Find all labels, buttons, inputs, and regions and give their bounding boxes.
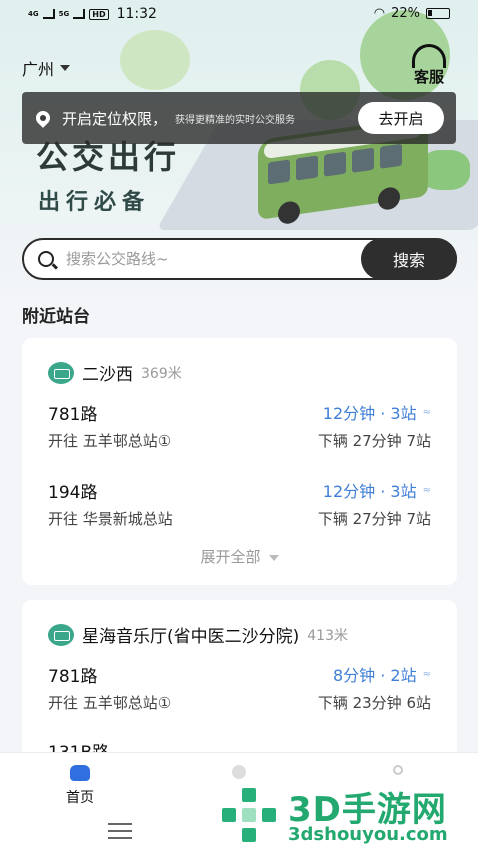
route-row[interactable]: 781路 12分钟 · 3站 ≈ 开往 五羊邨总站① 下辆 27分钟 7站 (48, 400, 431, 452)
stop-name: 二沙西 (82, 365, 133, 385)
route-number: 781路 (48, 667, 98, 687)
stop-header[interactable]: 二沙西 369米 (48, 360, 182, 385)
route-destination: 开往 华景新城总站 (48, 510, 173, 528)
customer-service-label: 客服 (413, 68, 444, 86)
route-destination: 开往 五羊邨总站① (48, 694, 172, 712)
customer-service-button[interactable]: 客服 (403, 44, 455, 88)
realtime-signal-icon: ≈ (422, 406, 431, 418)
nearby-stations-title: 附近站台 (22, 307, 90, 327)
status-bar: 4G 5G HD 11:32 ◠ 22% (0, 0, 478, 30)
expand-all-button[interactable]: 展开全部 (22, 546, 457, 567)
tab-middle[interactable] (199, 765, 279, 779)
realtime-signal-icon: ≈ (422, 668, 431, 680)
enable-location-button[interactable]: 去开启 (358, 102, 444, 134)
route-row[interactable]: 781路 8分钟 · 2站 ≈ 开往 五羊邨总站① 下辆 23分钟 6站 (48, 662, 431, 714)
hero-subtitle: 出行必备 (38, 190, 151, 215)
route-eta-text: 12分钟 · 3站 (322, 404, 417, 423)
watermark-logo-icon (222, 788, 278, 844)
realtime-signal-icon: ≈ (422, 484, 431, 496)
route-eta-text: 12分钟 · 3站 (322, 482, 417, 501)
search-bar: 搜索 (22, 238, 457, 280)
clock: 11:32 (116, 6, 157, 22)
route-number: 194路 (48, 483, 98, 503)
battery-icon (426, 8, 450, 19)
info-icon (232, 765, 246, 779)
city-label: 广州 (22, 60, 55, 79)
route-eta: 12分钟 · 3站 ≈ (323, 478, 431, 502)
hero-tree (120, 30, 190, 90)
route-next-bus: 下辆 27分钟 7站 (317, 432, 431, 450)
route-next-bus: 下辆 27分钟 7站 (317, 510, 431, 528)
search-icon (38, 251, 54, 267)
location-permission-banner: 开启定位权限， 获得更精准的实时公交服务 去开启 (22, 92, 456, 144)
menu-icon[interactable] (108, 823, 132, 844)
route-number: 781路 (48, 405, 98, 425)
bus-stop-icon (48, 361, 74, 384)
watermark-url: 3dshouyou.com (288, 824, 448, 845)
signal-bars-icon (73, 9, 86, 19)
city-selector[interactable]: 广州 (22, 56, 71, 80)
stop-card: 二沙西 369米 781路 12分钟 · 3站 ≈ 开往 五羊邨总站① 下辆 2… (22, 338, 457, 585)
location-banner-main: 开启定位权限， (62, 109, 168, 128)
stop-header[interactable]: 星海音乐厅(省中医二沙分院) 413米 (48, 622, 348, 647)
user-icon (393, 765, 403, 775)
hd-badge: HD (89, 8, 109, 20)
expand-all-label: 展开全部 (200, 548, 261, 566)
stop-name: 星海音乐厅(省中医二沙分院) (82, 627, 300, 647)
watermark: 3D手游网 3dshouyou.com (222, 782, 472, 848)
tab-home[interactable]: 首页 (40, 765, 120, 807)
location-banner-sub: 获得更精准的实时公交服务 (175, 114, 296, 126)
tab-home-label: 首页 (66, 790, 94, 806)
stop-card: 星海音乐厅(省中医二沙分院) 413米 781路 8分钟 · 2站 ≈ 开往 五… (22, 600, 457, 770)
route-eta-text: 8分钟 · 2站 (332, 666, 417, 685)
battery-percent: 22% (391, 6, 420, 21)
search-button[interactable]: 搜索 (361, 238, 457, 280)
location-pin-icon (33, 108, 53, 128)
stop-distance: 369米 (141, 365, 182, 382)
chevron-down-icon (268, 554, 279, 561)
route-eta: 8分钟 · 2站 ≈ (333, 662, 431, 686)
route-row[interactable]: 194路 12分钟 · 3站 ≈ 开往 华景新城总站 下辆 27分钟 7站 (48, 478, 431, 530)
wifi-icon: ◠ (373, 6, 386, 21)
route-eta: 12分钟 · 3站 ≈ (323, 400, 431, 424)
headset-icon (412, 44, 446, 68)
home-icon (70, 765, 90, 781)
signal-4g: 4G (28, 9, 39, 18)
route-next-bus: 下辆 23分钟 6站 (317, 694, 431, 712)
stop-distance: 413米 (307, 627, 348, 644)
search-input[interactable] (66, 250, 346, 268)
caret-down-icon (60, 65, 71, 71)
bus-stop-icon (48, 623, 74, 646)
signal-bars-icon (42, 9, 55, 19)
signal-5g: 5G (58, 9, 70, 18)
route-destination: 开往 五羊邨总站① (48, 432, 172, 450)
tab-profile[interactable] (358, 765, 438, 775)
